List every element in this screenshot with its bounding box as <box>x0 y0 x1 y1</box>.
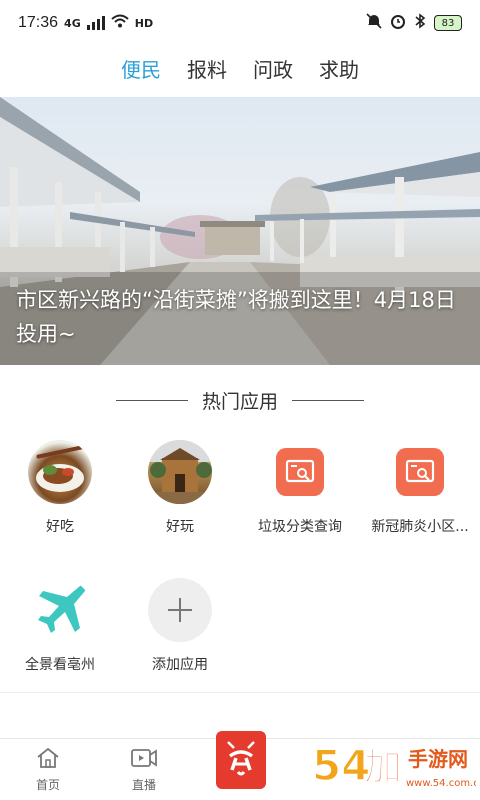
battery-indicator: 83 <box>434 15 462 31</box>
food-photo-icon <box>28 440 92 504</box>
svg-text:加: 加 <box>364 745 402 789</box>
video-icon <box>130 747 158 772</box>
app-panorama[interactable]: 全景看亳州 <box>0 578 120 698</box>
section-title: 热门应用 <box>201 390 278 413</box>
app-garbage-sort[interactable]: 垃圾分类查询 <box>240 440 360 560</box>
banner-caption: 市区新兴路的“沿街菜摊”将搬到这里！4月18日投用~ <box>16 288 456 346</box>
mute-icon <box>366 13 382 33</box>
svg-text:www.54.com.cn: www.54.com.cn <box>406 778 476 789</box>
network-type: 4G <box>64 16 81 30</box>
tab-label: 求助 <box>319 58 359 82</box>
wifi-icon <box>111 14 129 32</box>
tab-qiuzhu[interactable]: 求助 <box>317 52 361 96</box>
app-haowan[interactable]: 好玩 <box>120 440 240 560</box>
center-logo-icon <box>220 736 262 784</box>
app-covid-community[interactable]: 新冠肺炎小区... <box>360 440 480 560</box>
tab-bianmin[interactable]: 便民 <box>119 52 163 106</box>
top-tabs: 便民 报料 问政 求助 <box>0 52 480 106</box>
divider-line <box>115 399 188 401</box>
watermark-logo: 54 加 手游网 www.54.com.cn <box>308 736 480 794</box>
landmark-photo-icon <box>148 440 212 504</box>
app-label: 添加应用 <box>152 657 208 673</box>
search-card-icon <box>268 440 332 504</box>
tab-label: 报料 <box>187 58 227 82</box>
app-label: 全景看亳州 <box>25 657 95 673</box>
search-card-icon <box>388 440 452 504</box>
tab-baoliao[interactable]: 报料 <box>185 52 229 96</box>
signal-icon <box>86 16 105 30</box>
content-divider <box>0 692 480 693</box>
alarm-icon <box>390 13 406 33</box>
status-time: 17:36 <box>18 14 59 31</box>
app-label: 新冠肺炎小区... <box>371 519 469 535</box>
tab-label: 便民 <box>121 58 161 82</box>
add-app-button[interactable]: 添加应用 <box>120 578 240 698</box>
status-bar: 17:36 4G HD 83 <box>0 0 480 46</box>
app-label: 垃圾分类查询 <box>258 519 342 535</box>
center-logo-button[interactable] <box>216 731 266 789</box>
news-banner[interactable]: 市区新兴路的“沿街菜摊”将搬到这里！4月18日投用~ <box>0 97 480 365</box>
airplane-icon <box>28 578 92 642</box>
plus-icon <box>148 578 212 642</box>
nav-home[interactable]: 首页 <box>18 747 78 793</box>
status-left: 17:36 4G HD <box>18 14 153 32</box>
nav-label: 首页 <box>35 778 60 792</box>
divider-line <box>292 399 364 401</box>
nav-live[interactable]: 直播 <box>114 747 174 793</box>
status-right: 83 <box>366 13 462 33</box>
app-label: 好玩 <box>166 519 194 535</box>
svg-text:手游网: 手游网 <box>408 747 468 771</box>
tab-wenzheng[interactable]: 问政 <box>251 52 295 96</box>
home-icon <box>36 747 60 772</box>
hd-indicator: HD <box>134 16 154 30</box>
app-label: 好吃 <box>46 519 74 535</box>
tab-label: 问政 <box>253 58 293 82</box>
nav-label: 直播 <box>131 778 156 792</box>
section-header: 热门应用 <box>0 384 480 416</box>
svg-text:54: 54 <box>312 741 370 790</box>
app-haochi[interactable]: 好吃 <box>0 440 120 560</box>
bluetooth-icon <box>414 13 426 33</box>
